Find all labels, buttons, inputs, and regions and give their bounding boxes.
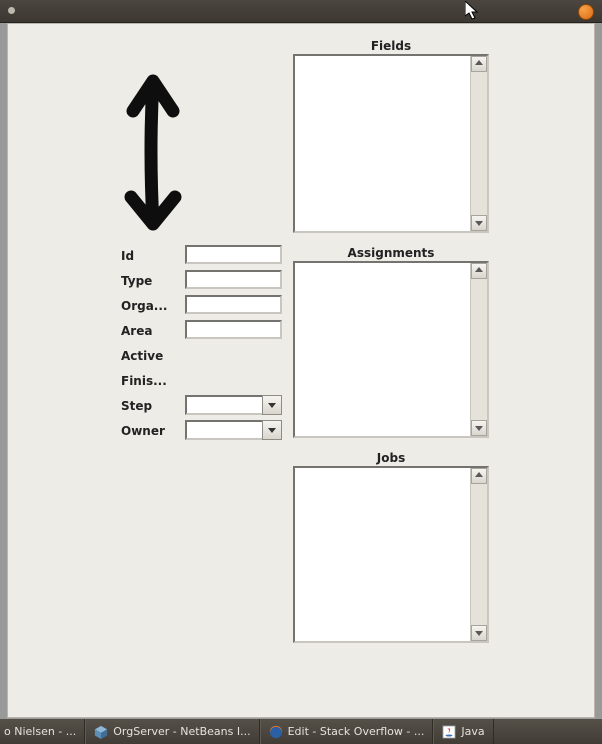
fields-scrollbar[interactable] [470, 56, 487, 231]
type-label: Type [121, 274, 152, 288]
window-close-button[interactable] [578, 4, 594, 20]
assignments-group-label: Assignments [293, 246, 489, 260]
mouse-cursor-icon [465, 1, 481, 23]
owner-combo-button[interactable] [262, 420, 282, 440]
cube-icon [94, 725, 108, 739]
area-field[interactable] [185, 320, 282, 339]
taskbar-item[interactable]: o Nielsen - ... [0, 719, 85, 744]
title-indicator-icon [8, 7, 15, 14]
fields-listbox[interactable] [293, 54, 489, 233]
assignments-scrollbar[interactable] [470, 263, 487, 436]
id-field[interactable] [185, 245, 282, 264]
taskbar-item-label: Edit - Stack Overflow - ... [288, 725, 425, 738]
taskbar-item[interactable]: Edit - Stack Overflow - ... [260, 719, 434, 744]
taskbar-item[interactable]: OrgServer - NetBeans I... [85, 719, 259, 744]
scroll-down-button[interactable] [471, 625, 487, 641]
type-field[interactable] [185, 270, 282, 289]
scroll-down-button[interactable] [471, 420, 487, 436]
assignments-listbox[interactable] [293, 261, 489, 438]
orga-label: Orga... [121, 299, 167, 313]
active-label: Active [121, 349, 163, 363]
area-label: Area [121, 324, 152, 338]
taskbar-item[interactable]: Java [433, 719, 493, 744]
scroll-down-button[interactable] [471, 215, 487, 231]
finis-label: Finis... [121, 374, 167, 388]
scroll-up-button[interactable] [471, 56, 487, 72]
taskbar: o Nielsen - ... OrgServer - NetBeans I..… [0, 719, 602, 744]
owner-combobox[interactable] [185, 420, 282, 440]
window-titlebar [0, 0, 602, 23]
annotation-vertical-arrow-icon [103, 69, 203, 239]
fields-group-label: Fields [293, 39, 489, 53]
taskbar-item-label: o Nielsen - ... [4, 725, 76, 738]
step-combobox[interactable] [185, 395, 282, 415]
jobs-listbox[interactable] [293, 466, 489, 643]
main-window: Fields Assignments Jobs Id Type Orga... … [7, 23, 595, 718]
step-combo-button[interactable] [262, 395, 282, 415]
scroll-up-button[interactable] [471, 468, 487, 484]
taskbar-item-label: Java [461, 725, 484, 738]
java-icon [442, 725, 456, 739]
owner-label: Owner [121, 424, 165, 438]
step-combo-text[interactable] [185, 395, 262, 415]
scroll-up-button[interactable] [471, 263, 487, 279]
step-label: Step [121, 399, 152, 413]
id-label: Id [121, 249, 134, 263]
owner-combo-text[interactable] [185, 420, 262, 440]
firefox-icon [269, 725, 283, 739]
jobs-group-label: Jobs [293, 451, 489, 465]
jobs-scrollbar[interactable] [470, 468, 487, 641]
taskbar-item-label: OrgServer - NetBeans I... [113, 725, 250, 738]
orga-field[interactable] [185, 295, 282, 314]
